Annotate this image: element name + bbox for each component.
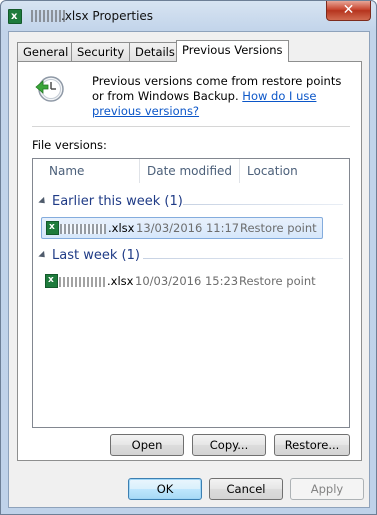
excel-file-icon: x <box>8 9 22 24</box>
restore-button[interactable]: Restore... <box>274 434 350 456</box>
apply-button[interactable]: Apply <box>290 478 364 500</box>
group-title: Earlier this week (1) <box>52 194 183 209</box>
collapse-arrow-icon[interactable] <box>38 250 48 261</box>
ok-button[interactable]: OK <box>128 478 202 500</box>
tab-general[interactable]: General <box>17 42 75 61</box>
dialog-body: General Security Details Previous Versio… <box>8 31 370 508</box>
group-earlier-this-week[interactable]: Earlier this week (1) <box>33 193 349 213</box>
restore-clock-icon <box>35 76 64 102</box>
version-file-name: .xlsx <box>108 221 135 235</box>
description-text: Previous versions come from restore poin… <box>92 74 352 119</box>
tab-details[interactable]: Details <box>129 42 181 61</box>
column-header-name[interactable]: Name <box>43 159 84 183</box>
tab-previous-versions[interactable]: Previous Versions <box>176 40 289 62</box>
open-button[interactable]: Open <box>110 434 184 456</box>
redacted-filename <box>60 224 106 234</box>
version-row[interactable]: x .xlsx 10/03/2016 15:23 Restore point <box>41 271 323 293</box>
copy-button[interactable]: Copy... <box>192 434 266 456</box>
file-versions-label: File versions: <box>32 138 107 152</box>
group-separator-line <box>183 204 343 205</box>
close-button[interactable]: ✕ <box>326 1 371 21</box>
properties-window: x .xlsx Properties ✕ General Security De… <box>0 0 377 515</box>
version-location: Restore point <box>240 221 317 235</box>
tab-security[interactable]: Security <box>71 42 131 61</box>
divider <box>32 126 350 127</box>
collapse-arrow-icon[interactable] <box>38 196 48 207</box>
redacted-filename <box>59 277 105 287</box>
column-separator[interactable] <box>139 159 140 183</box>
group-last-week[interactable]: Last week (1) <box>33 247 349 267</box>
column-header-location[interactable]: Location <box>241 159 298 183</box>
version-date-modified: 13/03/2016 11:17 <box>136 221 240 235</box>
version-file-name: .xlsx <box>107 274 134 288</box>
title-bar[interactable]: x .xlsx Properties ✕ <box>1 1 376 31</box>
window-title: .xlsx Properties <box>61 9 154 23</box>
group-separator-line <box>143 258 343 259</box>
group-title: Last week (1) <box>52 248 140 263</box>
version-date-modified: 10/03/2016 15:23 <box>135 274 239 288</box>
excel-file-icon: x <box>46 221 59 235</box>
cancel-button[interactable]: Cancel <box>209 478 283 500</box>
version-location: Restore point <box>239 274 316 288</box>
column-separator[interactable] <box>239 159 240 183</box>
excel-file-icon: x <box>45 274 58 288</box>
column-header-date-modified[interactable]: Date modified <box>141 159 232 183</box>
file-versions-list[interactable]: Name Date modified Location Earlier this… <box>32 158 350 428</box>
previous-versions-panel: Previous versions come from restore poin… <box>17 61 362 461</box>
version-row[interactable]: x .xlsx 13/03/2016 11:17 Restore point <box>41 217 323 239</box>
